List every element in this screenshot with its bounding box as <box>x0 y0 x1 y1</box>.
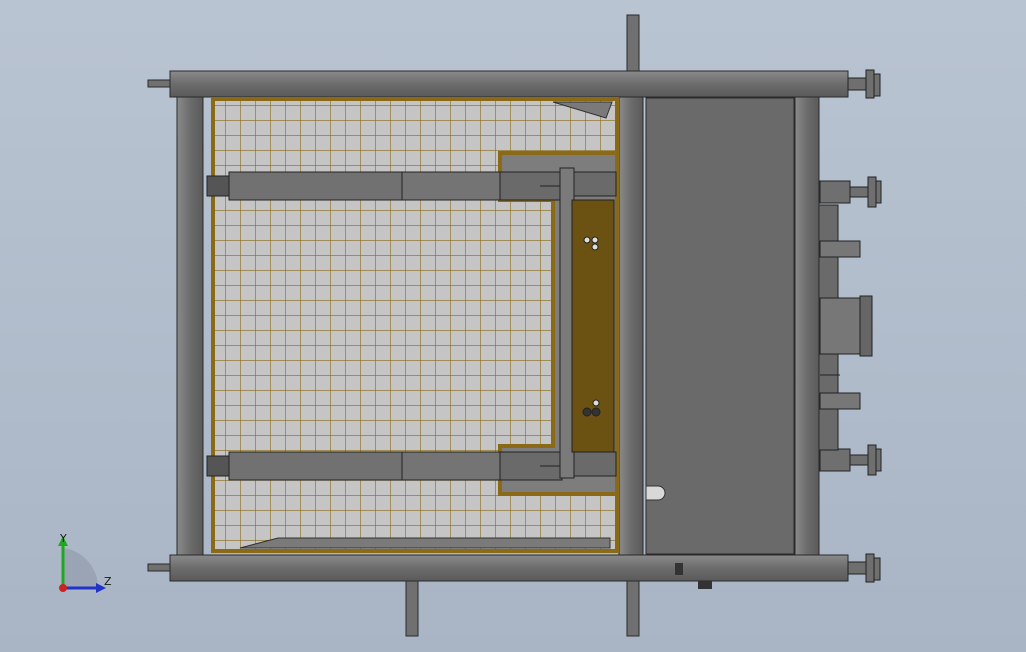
side-panel <box>645 97 795 555</box>
cylinder-bottom <box>206 451 563 481</box>
wedge-bottom <box>239 537 611 549</box>
panel-slot <box>645 485 666 501</box>
x-axis-dot <box>59 584 67 592</box>
graphics-viewport[interactable]: Y Z <box>0 0 1026 652</box>
cylinder-top <box>206 171 563 201</box>
center-post <box>618 96 644 556</box>
top-post <box>626 14 640 72</box>
left-bolts <box>147 79 171 572</box>
bottom-post-left <box>405 579 419 637</box>
drive-assembly <box>817 204 873 451</box>
bottom-post-right <box>626 579 640 637</box>
carriage-bracket <box>559 167 617 479</box>
y-axis-label: Y <box>60 532 67 545</box>
bottom-beam <box>169 554 849 582</box>
top-beam <box>169 70 849 98</box>
left-post <box>176 96 204 556</box>
triad-plane <box>63 548 99 588</box>
z-axis-label: Z <box>104 575 112 588</box>
right-post-outer <box>794 96 820 556</box>
cad-model-view[interactable] <box>0 0 1026 652</box>
